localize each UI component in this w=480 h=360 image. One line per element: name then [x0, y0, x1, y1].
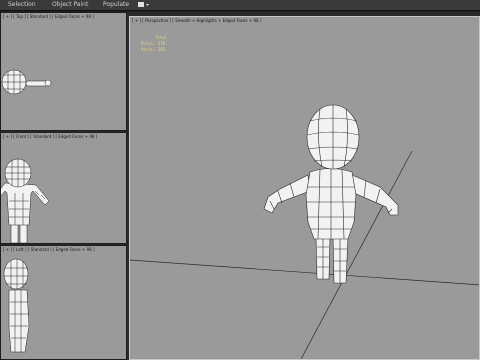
ribbon-tab-bar: Selection Object Paint Populate — [0, 0, 480, 11]
viewport-left[interactable]: [ + ] [ Left ] [ Standard ] [ Edged Face… — [0, 245, 127, 360]
tab-selection[interactable]: Selection — [8, 1, 36, 9]
tab-object-paint[interactable]: Object Paint — [52, 1, 88, 9]
perspective-scene — [130, 104, 479, 359]
model-side-view — [3, 258, 30, 353]
model-front-view — [1, 158, 50, 243]
viewport-top[interactable]: [ + ] [ Top ] [ Standard ] [ Edged Faces… — [0, 12, 127, 131]
viewport-front[interactable]: [ + ] [ Front ] [ Standard ] [ Edged Fac… — [0, 132, 127, 244]
model-top-view — [1, 69, 52, 95]
layout-dropdown-icon[interactable] — [138, 2, 150, 8]
tab-populate[interactable]: Populate — [103, 1, 129, 9]
character-mesh — [263, 104, 399, 284]
viewport-grid: [ + ] [ Top ] [ Standard ] [ Edged Faces… — [0, 12, 480, 360]
viewport-perspective[interactable]: [ + ] [ Perspective ] [ Smooth + Highlig… — [129, 16, 480, 360]
3d-modeling-app: Selection Object Paint Populate [ + ] [ … — [0, 0, 480, 360]
